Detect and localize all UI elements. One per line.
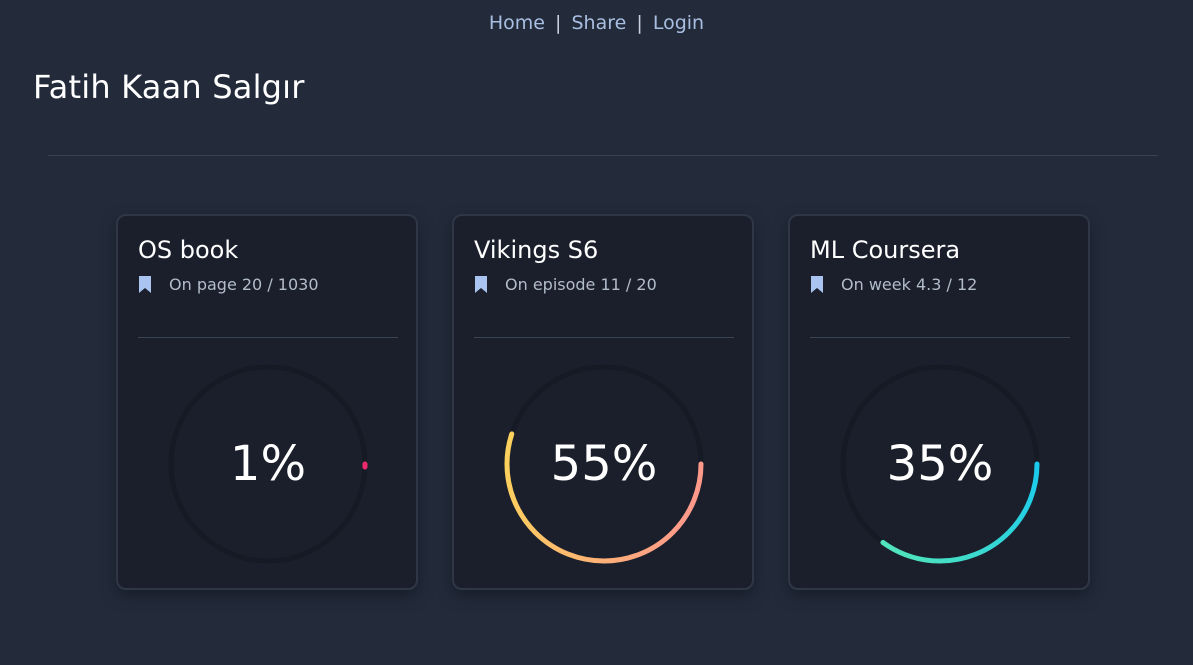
card-status-text: On week 4.3 / 12: [841, 275, 978, 294]
nav-login-link[interactable]: Login: [653, 12, 704, 34]
card-divider: [810, 337, 1070, 338]
card-title: OS book: [138, 236, 239, 264]
card-status: On episode 11 / 20: [474, 275, 657, 294]
progress-percent: 35%: [886, 436, 994, 492]
card-status: On page 20 / 1030: [138, 275, 319, 294]
nav-separator: |: [636, 12, 643, 34]
header-divider: [48, 155, 1158, 156]
card-divider: [474, 337, 734, 338]
progress-card[interactable]: OS book On page 20 / 1030 1%: [116, 214, 418, 590]
card-divider: [138, 337, 398, 338]
card-status-text: On episode 11 / 20: [505, 275, 657, 294]
progress-card[interactable]: ML Coursera On week 4.3 / 12 35%: [788, 214, 1090, 590]
page-title: Fatih Kaan Salgır: [33, 68, 305, 106]
progress-percent: 55%: [550, 436, 658, 492]
card-title: Vikings S6: [474, 236, 599, 264]
card-title: ML Coursera: [810, 236, 961, 264]
progress-percent: 1%: [229, 436, 307, 492]
nav-home-link[interactable]: Home: [489, 12, 545, 34]
progress-card[interactable]: Vikings S6 On episode 11 / 20 55%: [452, 214, 754, 590]
card-status-text: On page 20 / 1030: [169, 275, 319, 294]
bookmark-icon: [811, 276, 823, 293]
card-status: On week 4.3 / 12: [810, 275, 977, 294]
top-nav: Home | Share | Login: [0, 12, 1193, 34]
bookmark-icon: [139, 276, 151, 293]
nav-share-link[interactable]: Share: [572, 12, 627, 34]
nav-separator: |: [555, 12, 562, 34]
bookmark-icon: [475, 276, 487, 293]
